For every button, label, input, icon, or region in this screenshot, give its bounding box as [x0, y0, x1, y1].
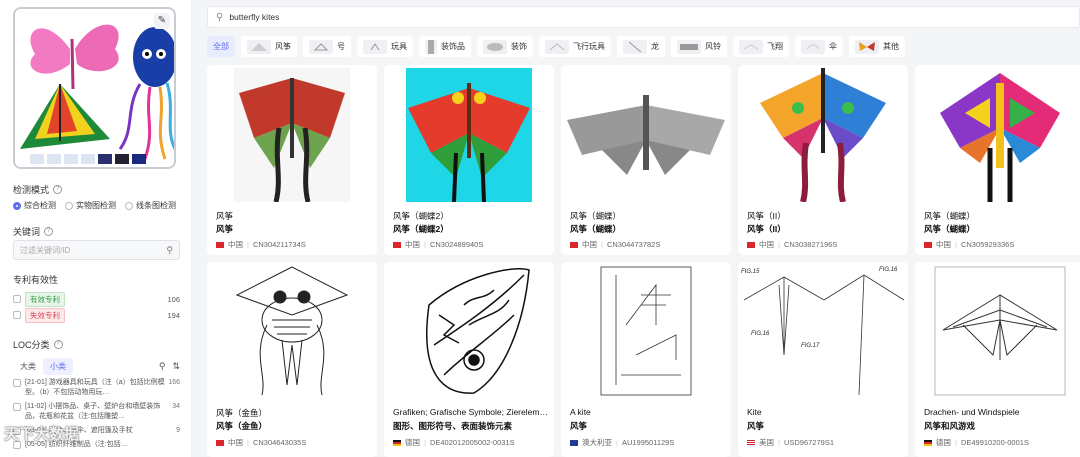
flag-icon	[216, 439, 224, 446]
checkbox[interactable]	[13, 295, 21, 303]
result-card[interactable]: FIG.15 FIG.16 FIG.16 FIG.17 Kite 风筝 美国 | U…	[738, 262, 908, 457]
category-windchime[interactable]: 风铃	[671, 36, 727, 57]
category-other[interactable]: 其他	[849, 36, 905, 57]
kite-thumb-icon	[309, 39, 333, 54]
flag-icon	[393, 241, 401, 248]
search-bar[interactable]: ⚲ butterfly kites	[207, 6, 1080, 28]
list-item[interactable]: [21-01] 游戏器具和玩具（注（a）包括比例模型。（b）不包括动物用玩… 16…	[13, 378, 180, 398]
result-image	[561, 65, 731, 205]
category-bar: 全部 风筝 号 玩具 装饰品 装饰 飞行玩具 龙 风铃 飞翔 伞 其他	[207, 34, 1080, 59]
validity-valid-row[interactable]: 有效专利 106	[13, 291, 180, 307]
list-item[interactable]: [11-02] 小摆饰品、桌子、壁炉台和墙壁装饰品，花瓶和花盆（注:包括雕塑… 3…	[13, 402, 180, 422]
tab-minor-class[interactable]: 小类	[43, 358, 73, 375]
result-image	[384, 262, 554, 402]
result-card[interactable]: 风筝（金鱼） 风筝（金鱼） 中国 | CN304643035S	[207, 262, 377, 457]
ornament-thumb-icon	[425, 39, 437, 54]
result-image	[915, 65, 1080, 205]
help-icon[interactable]: ?	[44, 227, 54, 236]
checkbox[interactable]	[13, 311, 21, 319]
category-number[interactable]: 号	[303, 36, 351, 57]
flag-icon	[216, 241, 224, 248]
dragon-thumb-icon	[623, 39, 647, 54]
result-card[interactable]: 风筝 风筝 中国 | CN304211734S	[207, 65, 377, 255]
sidebar: ✎ 检测模式? 综合检测 实物图检测 线条图检测 关键词? 过滤关键词/ID ⚲…	[0, 0, 192, 457]
watermark: 天下大数据	[4, 426, 80, 443]
flag-icon	[393, 439, 401, 446]
flying-toy-thumb-icon	[545, 39, 569, 54]
result-image	[384, 65, 554, 205]
flag-icon	[570, 241, 578, 248]
category-flying[interactable]: 飞翔	[733, 36, 789, 57]
result-card[interactable]: 风筝（蝴蝶） 风筝（蝴蝶） 中国 | CN305929336S	[915, 65, 1080, 255]
result-image	[207, 65, 377, 205]
keyword-filter-input[interactable]: 过滤关键词/ID ⚲	[13, 240, 180, 260]
category-toy[interactable]: 玩具	[357, 36, 413, 57]
result-card[interactable]: 风筝（蝴蝶2） 风筝（蝴蝶2） 中国 | CN302489940S	[384, 65, 554, 255]
search-icon: ⚲	[216, 11, 224, 23]
result-card[interactable]: A kite 风筝 澳大利亚 | AU199501129S	[561, 262, 731, 457]
keyword-label: 关键词?	[13, 225, 54, 238]
decoration-thumb-icon	[483, 39, 507, 54]
result-card[interactable]: Drachen- und Windspiele 风筝和风游戏 德国 | DE4991…	[915, 262, 1080, 457]
category-flying-toy[interactable]: 飞行玩具	[539, 36, 611, 57]
detect-mode-label: 检测模式?	[13, 183, 63, 196]
flag-icon	[924, 241, 932, 248]
loc-label: LOC分类?	[13, 338, 63, 351]
help-icon[interactable]: ?	[53, 340, 63, 349]
result-image	[207, 262, 377, 402]
result-image	[561, 262, 731, 402]
loc-tabs: 大类 小类 ⚲ ⇅	[13, 358, 180, 375]
toy-thumb-icon	[363, 39, 387, 54]
flag-icon	[747, 439, 755, 446]
validity-label: 专利有效性	[13, 275, 59, 285]
query-image[interactable]: ✎	[13, 7, 176, 169]
mode-option-photo[interactable]: 实物图检测	[65, 200, 116, 211]
kite-thumb-icon	[247, 39, 271, 54]
help-icon[interactable]: ?	[53, 185, 63, 194]
category-all[interactable]: 全部	[207, 36, 235, 57]
category-ornament[interactable]: 装饰品	[419, 36, 471, 57]
flying-thumb-icon	[739, 39, 763, 54]
result-image	[738, 65, 908, 205]
result-image	[915, 262, 1080, 402]
windchime-thumb-icon	[677, 39, 701, 54]
butterfly-thumb-icon	[855, 39, 879, 54]
category-kite[interactable]: 风筝	[241, 36, 297, 57]
search-icon[interactable]: ⚲	[166, 245, 173, 256]
fig-label: FIG.16	[751, 331, 770, 337]
category-umbrella[interactable]: 伞	[795, 36, 843, 57]
result-card[interactable]: 风筝（蝴蝶） 风筝（蝴蝶） 中国 | CN304473782S	[561, 65, 731, 255]
umbrella-thumb-icon	[801, 39, 825, 54]
sort-icon[interactable]: ⇅	[172, 361, 180, 372]
result-image: FIG.15 FIG.16 FIG.16 FIG.17	[738, 262, 908, 402]
mode-option-comprehensive[interactable]: 综合检测	[13, 200, 56, 211]
query-image-kites	[15, 9, 174, 167]
fig-label: FIG.16	[879, 267, 898, 273]
edit-image-icon[interactable]: ✎	[154, 13, 170, 29]
result-card[interactable]: Grafiken; Grafische Symbole; Zierelem… 图…	[384, 262, 554, 457]
flag-icon	[570, 439, 578, 446]
flag-icon	[924, 439, 932, 446]
fig-label: FIG.15	[741, 269, 760, 275]
fig-label: FIG.17	[801, 343, 820, 349]
validity-invalid-row[interactable]: 失效专利 194	[13, 307, 180, 323]
tab-major-class[interactable]: 大类	[13, 358, 43, 375]
flag-icon	[747, 241, 755, 248]
category-dragon[interactable]: 龙	[617, 36, 665, 57]
search-icon[interactable]: ⚲	[159, 361, 166, 372]
detect-mode-options: 综合检测 实物图检测 线条图检测	[13, 200, 176, 211]
search-query[interactable]: butterfly kites	[229, 12, 279, 22]
result-card[interactable]: 风筝（II） 风筝（II） 中国 | CN303827196S	[738, 65, 908, 255]
mode-option-line-drawing[interactable]: 线条图检测	[125, 200, 176, 211]
category-decoration[interactable]: 装饰	[477, 36, 533, 57]
